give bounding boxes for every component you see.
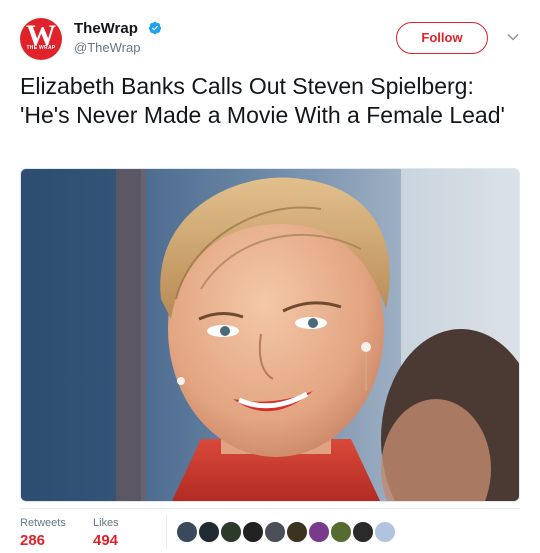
account-avatar[interactable]: W THE WRAP [20, 18, 62, 60]
liker-avatar-7[interactable] [308, 521, 330, 543]
liker-avatar-8[interactable] [330, 521, 352, 543]
liker-avatar-10[interactable] [374, 521, 396, 543]
likes-stat[interactable]: Likes 494 [93, 517, 119, 549]
tweet-stats: Retweets 286 Likes 494 [20, 508, 520, 553]
likes-label: Likes [93, 517, 119, 529]
liker-avatar-9[interactable] [352, 521, 374, 543]
chevron-down-icon[interactable] [506, 30, 520, 44]
tweet-photo[interactable] [20, 168, 520, 502]
retweets-label: Retweets [20, 517, 66, 529]
account-name[interactable]: TheWrap [74, 20, 138, 37]
verified-badge-icon [148, 21, 162, 35]
liker-avatar-1[interactable] [176, 521, 198, 543]
account-handle[interactable]: @TheWrap [74, 40, 140, 55]
liker-avatar-3[interactable] [220, 521, 242, 543]
retweets-stat[interactable]: Retweets 286 [20, 517, 66, 549]
photo-illustration [21, 169, 519, 501]
retweets-count: 286 [20, 532, 46, 549]
tweet-header: W THE WRAP TheWrap @TheWrap Follow [20, 18, 524, 64]
likes-count: 494 [93, 532, 119, 549]
liker-avatar-4[interactable] [242, 521, 264, 543]
follow-button[interactable]: Follow [396, 22, 488, 54]
tweet-text: Elizabeth Banks Calls Out Steven Spielbe… [20, 73, 505, 128]
liker-avatar-5[interactable] [264, 521, 286, 543]
avatar-subtext: THE WRAP [26, 45, 56, 51]
liker-avatar-6[interactable] [286, 521, 308, 543]
stats-divider [166, 515, 167, 549]
liker-avatar-2[interactable] [198, 521, 220, 543]
